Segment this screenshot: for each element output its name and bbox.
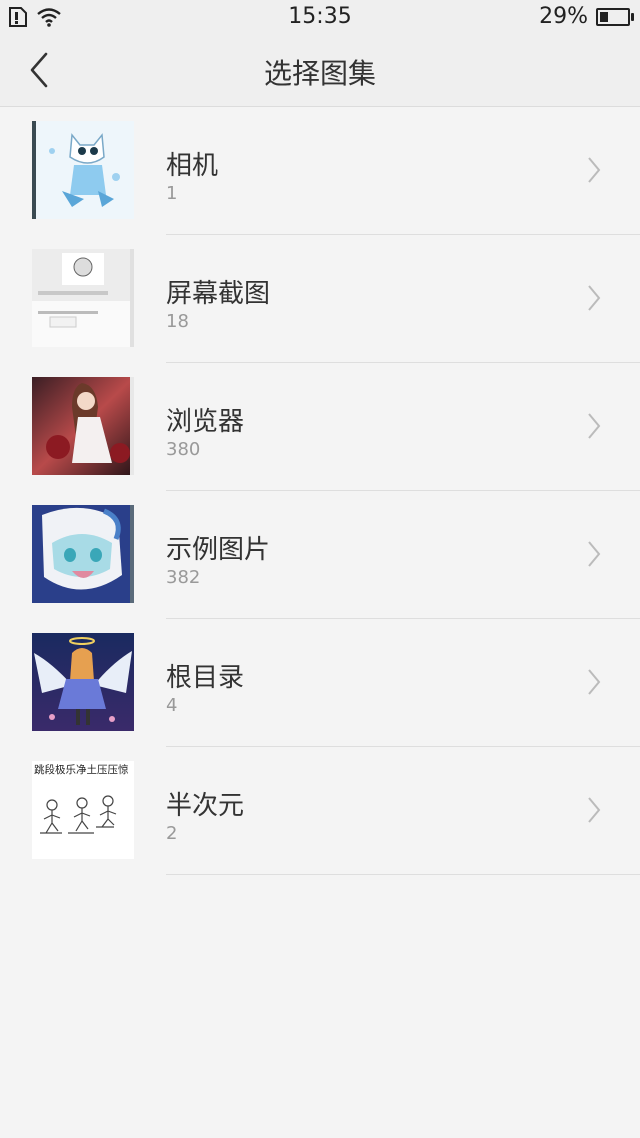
- album-row-screenshots[interactable]: 屏幕截图 18: [0, 235, 640, 363]
- battery-percent: 29%: [539, 4, 588, 29]
- album-row-samples[interactable]: 示例图片 382: [0, 491, 640, 619]
- status-icons-right: 29%: [539, 4, 634, 29]
- album-count: 380: [166, 439, 201, 460]
- album-name: 相机: [166, 151, 219, 181]
- chevron-right-icon: [588, 157, 601, 183]
- album-thumbnail: [32, 249, 134, 347]
- album-name: 示例图片: [166, 535, 271, 565]
- top-nav-bar: 选择图集: [0, 34, 640, 107]
- album-thumbnail: 跳段极乐净土压压惊: [32, 761, 134, 859]
- album-list: 相机 1 屏幕截图 18 浏览器 380 示例图片 382 根目录 4 跳段极乐…: [0, 107, 640, 875]
- chevron-right-icon: [588, 669, 601, 695]
- chevron-right-icon: [588, 541, 601, 567]
- album-name: 屏幕截图: [166, 279, 271, 309]
- album-row-bcy[interactable]: 跳段极乐净土压压惊 半次元 2: [0, 747, 640, 875]
- album-name: 根目录: [166, 663, 245, 693]
- album-name: 半次元: [166, 791, 245, 821]
- chevron-right-icon: [588, 413, 601, 439]
- album-row-browser[interactable]: 浏览器 380: [0, 363, 640, 491]
- chevron-right-icon: [588, 285, 601, 311]
- album-count: 382: [166, 567, 201, 588]
- row-divider-inset: [0, 874, 166, 875]
- album-count: 18: [166, 311, 189, 332]
- thumbnail-caption: 跳段极乐净土压压惊: [34, 763, 129, 776]
- album-thumbnail: [32, 121, 134, 219]
- album-thumbnail: [32, 505, 134, 603]
- album-name: 浏览器: [166, 407, 245, 437]
- album-count: 4: [166, 695, 178, 716]
- battery-level: [600, 11, 608, 22]
- album-thumbnail: [32, 377, 134, 475]
- page-title: 选择图集: [263, 57, 376, 90]
- album-row-root[interactable]: 根目录 4: [0, 619, 640, 747]
- chevron-right-icon: [588, 797, 601, 823]
- album-thumbnail: [32, 633, 134, 731]
- status-bar: 15:35 29%: [0, 0, 640, 34]
- album-count: 2: [166, 823, 178, 844]
- album-row-camera[interactable]: 相机 1: [0, 107, 640, 235]
- album-count: 1: [166, 183, 178, 204]
- battery-icon: [596, 7, 634, 26]
